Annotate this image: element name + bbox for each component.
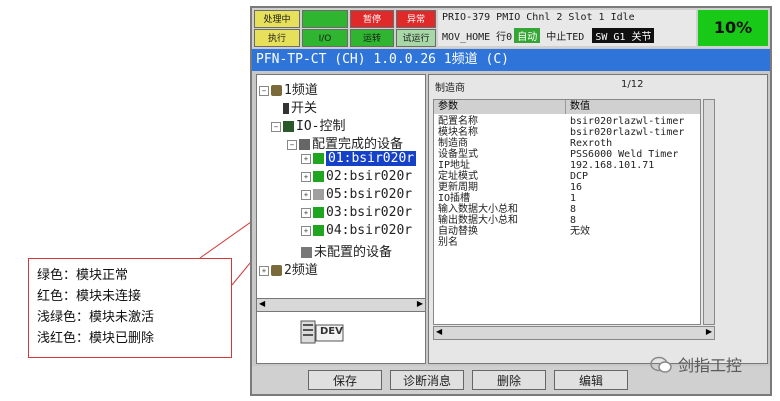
table-row-value[interactable]: PSS6000 Weld Timer [570,150,678,160]
tree-horizontal-scrollbar[interactable]: ◀ ▶ [256,298,426,312]
table-row[interactable]: 模块名称 [438,128,478,138]
table-vertical-scrollbar[interactable] [703,99,715,325]
dev-device-icon: DEV [300,320,344,346]
teach-pendant-screen: 处理中 暂停 异常 执行 I/O 运转 试运行 PRIO-379 PMIO Ch… [250,6,772,396]
table-row-value[interactable]: 无效 [570,227,590,237]
table-horizontal-scrollbar[interactable]: ◀ ▶ [433,326,715,340]
status-io[interactable]: I/O [302,29,348,47]
scroll-left-icon[interactable]: ◀ [436,327,442,336]
save-button[interactable]: 保存 [308,370,382,390]
column-header-param: 参数 [434,100,566,114]
table-row[interactable]: 配置名称 [438,117,478,127]
io-control-icon [283,121,294,132]
table-row-value[interactable]: bsir020rlazwl-timer [570,128,684,138]
tree-device-04[interactable]: +04:bsir020r [301,223,412,238]
channel-icon [271,265,282,276]
collapse-icon[interactable]: − [271,121,281,132]
table-row[interactable]: 输入数据大小总和 [438,205,518,215]
tree-device-05[interactable]: +05:bsir020r [301,187,412,202]
abort-state: 中止TED [546,32,585,43]
tree-device-01[interactable]: +01:bsir020r [301,151,417,166]
status-message-line2: MOV_HOME 行0 自动 中止TED SW G1 关节 [442,28,655,43]
dev-label: DEV [320,326,343,337]
edit-button[interactable]: 编辑 [554,370,628,390]
status-bar: 处理中 暂停 异常 执行 I/O 运转 试运行 PRIO-379 PMIO Ch… [252,8,770,48]
channel-icon [271,85,282,96]
unconfigured-icon [301,247,312,258]
tree-device-03[interactable]: +03:bsir020r [301,205,412,220]
override-percent[interactable]: 10% [698,10,768,46]
tree-switch[interactable]: 开关 [283,97,317,116]
table-row[interactable]: 别名 [438,238,458,248]
table-row[interactable]: 更新周期 [438,183,478,193]
tree-device-02[interactable]: +02:bsir020r [301,169,412,184]
tree-configured-devices[interactable]: − 配置完成的设备 [287,133,403,152]
tree-channel-2[interactable]: +2频道 [259,259,318,278]
delete-button[interactable]: 删除 [472,370,546,390]
status-busy[interactable]: 处理中 [254,10,300,28]
table-row-value[interactable]: 8 [570,216,576,226]
expand-icon[interactable]: + [259,265,269,276]
table-row-value[interactable]: Rexroth [570,139,612,149]
table-row[interactable]: 制造商 [438,139,468,149]
table-row[interactable]: 设备型式 [438,150,478,160]
watermark: 剑指工控 [650,352,742,378]
expand-icon[interactable]: + [301,189,311,200]
device-detail-pane: 制造商 1/12 参数 数值 配置名称 bsir020rlazwl-timer … [428,74,768,364]
scroll-right-icon[interactable]: ▶ [417,299,423,308]
table-row[interactable]: 定址模式 [438,172,478,182]
detail-section-label: 制造商 [435,83,465,94]
table-row[interactable]: 自动替换 [438,227,478,237]
status-message-panel: PRIO-379 PMIO Chnl 2 Slot 1 Idle MOV_HOM… [438,10,696,46]
table-row-value[interactable]: DCP [570,172,588,182]
table-row[interactable]: IO插槽 [438,194,470,204]
scroll-right-icon[interactable]: ▶ [706,327,712,336]
expand-icon[interactable]: + [301,225,311,236]
expand-icon[interactable]: + [301,171,311,182]
column-header-value: 数值 [566,100,700,114]
collapse-icon[interactable]: − [287,139,297,150]
table-row-value[interactable]: 1 [570,194,576,204]
auto-mode-badge: 自动 [514,28,541,43]
switch-icon [283,103,289,114]
status-step[interactable]: 执行 [254,29,300,47]
wechat-icon [650,356,672,378]
table-row-value[interactable]: bsir020rlazwl-timer [570,117,684,127]
module-ok-icon [313,171,324,182]
expand-icon[interactable]: + [301,207,311,218]
module-ok-icon [313,153,324,164]
tree-channel-1[interactable]: −1频道 [259,79,318,98]
table-row-value[interactable]: 16 [570,183,582,193]
coord-badge: SW G1 关节 [592,28,655,43]
status-fault[interactable]: 异常 [396,10,436,28]
status-running[interactable]: 运转 [350,29,394,47]
scroll-left-icon[interactable]: ◀ [259,299,265,308]
tree-io-control[interactable]: − IO-控制 [271,115,345,134]
detail-page-indicator: 1/12 [621,79,644,90]
screen-title: PFN-TP-CT (CH) 1.0.0.26 1频道 (C) [252,49,770,71]
status-hold[interactable]: 暂停 [350,10,394,28]
module-ok-icon [313,207,324,218]
tree-unconfigured-devices[interactable]: 未配置的设备 [301,241,392,260]
parameter-table: 参数 数值 配置名称 bsir020rlazwl-timer 模块名称 bsir… [433,99,701,325]
module-ok-icon [313,225,324,236]
module-inactive-icon [313,189,324,200]
table-row[interactable]: IP地址 [438,161,470,171]
status-message-line1: PRIO-379 PMIO Chnl 2 Slot 1 Idle [442,12,635,23]
collapse-icon[interactable]: − [259,85,269,96]
watermark-text: 剑指工控 [678,356,743,375]
table-row-value[interactable]: 8 [570,205,576,215]
table-row-value[interactable]: 192.168.101.71 [570,161,654,171]
diagnostic-messages-button[interactable]: 诊断消息 [390,370,464,390]
folder-icon [299,139,310,150]
program-line: MOV_HOME 行0 [442,32,513,43]
expand-icon[interactable]: + [301,153,311,164]
status-test-run[interactable]: 试运行 [396,29,436,47]
status-run-indicator[interactable] [302,10,348,28]
table-row[interactable]: 输出数据大小总和 [438,216,518,226]
